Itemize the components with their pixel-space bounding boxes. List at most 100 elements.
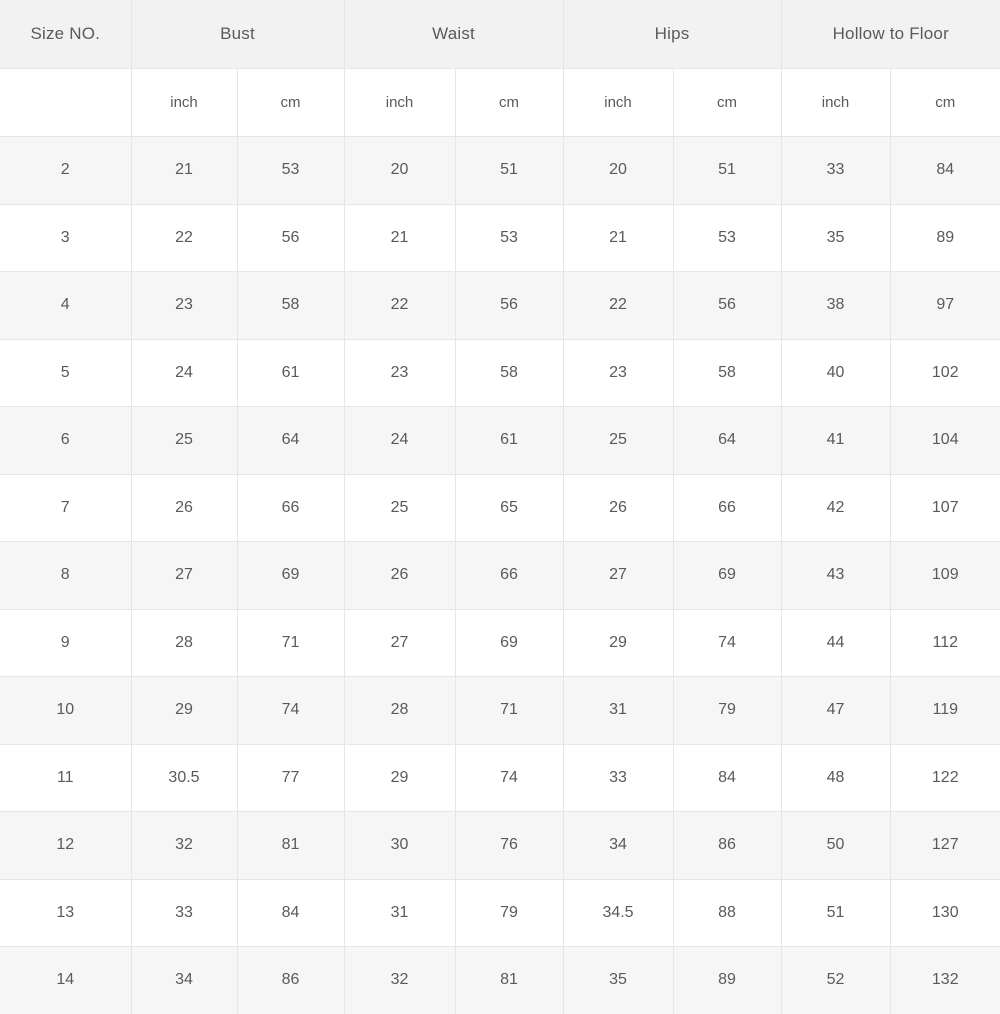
measurement-cell: 35 [562,946,674,1014]
size-number-cell: 4 [0,271,132,340]
measurement-cell: 23 [130,271,238,340]
column-group-header: Waist [343,0,564,69]
table-body: 2 21 53 20 51 20 51 33 84 3 22 56 21 53 21 53 35 89 4 23 58 2… [0,136,1000,1014]
measurement-cell: 56 [236,203,345,272]
size-number-cell: 6 [0,406,132,475]
measurement-cell: 33 [130,878,238,947]
measurement-cell: 29 [130,676,238,745]
measurement-cell: 79 [672,676,782,745]
measurement-cell: 66 [672,473,782,542]
table-row: 6 25 64 24 61 25 64 41 104 [0,406,1000,475]
table-row: 14 34 86 32 81 35 89 52 132 [0,946,1000,1014]
measurement-cell: 47 [780,676,891,745]
measurement-cell: 20 [562,136,674,205]
measurement-cell: 25 [562,406,674,475]
measurement-cell: 74 [236,676,345,745]
measurement-cell: 112 [889,608,1000,677]
measurement-cell: 74 [672,608,782,677]
measurement-cell: 51 [454,136,564,205]
measurement-cell: 27 [130,541,238,610]
table-row: 13 33 84 31 79 34.5 88 51 130 [0,878,1000,947]
size-number-cell: 2 [0,136,132,205]
size-number-cell: 14 [0,946,132,1014]
measurement-cell: 74 [454,743,564,812]
size-number-cell: 10 [0,676,132,745]
measurement-cell: 84 [236,878,345,947]
measurement-cell: 71 [236,608,345,677]
measurement-cell: 22 [562,271,674,340]
unit-header-cell: inch [130,68,238,137]
table-row: 2 21 53 20 51 20 51 33 84 [0,136,1000,205]
measurement-cell: 48 [780,743,891,812]
measurement-cell: 132 [889,946,1000,1014]
measurement-cell: 119 [889,676,1000,745]
size-number-cell: 11 [0,743,132,812]
measurement-cell: 89 [672,946,782,1014]
measurement-cell: 97 [889,271,1000,340]
measurement-cell: 53 [454,203,564,272]
measurement-cell: 79 [454,878,564,947]
measurement-cell: 76 [454,811,564,880]
measurement-cell: 107 [889,473,1000,542]
measurement-cell: 88 [672,878,782,947]
measurement-cell: 25 [343,473,456,542]
measurement-cell: 24 [343,406,456,475]
measurement-cell: 51 [672,136,782,205]
column-group-header: Hollow to Floor [780,0,1000,69]
measurement-cell: 38 [780,271,891,340]
measurement-cell: 24 [130,338,238,407]
measurement-cell: 32 [130,811,238,880]
table-row: 3 22 56 21 53 21 53 35 89 [0,203,1000,272]
column-group-header: Size NO. [0,0,132,69]
measurement-cell: 21 [130,136,238,205]
measurement-cell: 23 [343,338,456,407]
measurement-cell: 22 [130,203,238,272]
measurement-cell: 40 [780,338,891,407]
unit-header-blank [0,68,132,137]
unit-header-cell: cm [672,68,782,137]
size-number-cell: 7 [0,473,132,542]
measurement-cell: 84 [672,743,782,812]
measurement-cell: 104 [889,406,1000,475]
unit-header-cell: inch [562,68,674,137]
measurement-cell: 27 [562,541,674,610]
unit-header-cell: cm [889,68,1000,137]
measurement-cell: 65 [454,473,564,542]
measurement-cell: 127 [889,811,1000,880]
measurement-cell: 44 [780,608,891,677]
measurement-cell: 51 [780,878,891,947]
column-group-header: Hips [562,0,782,69]
measurement-cell: 56 [454,271,564,340]
measurement-cell: 61 [236,338,345,407]
measurement-cell: 31 [343,878,456,947]
measurement-cell: 58 [672,338,782,407]
size-number-cell: 8 [0,541,132,610]
measurement-cell: 77 [236,743,345,812]
measurement-cell: 26 [130,473,238,542]
measurement-cell: 43 [780,541,891,610]
measurement-cell: 53 [236,136,345,205]
measurement-cell: 35 [780,203,891,272]
table-head: Size NO. Bust Waist Hips Hollow to Floor inc… [0,0,1000,137]
measurement-cell: 58 [454,338,564,407]
measurement-cell: 66 [454,541,564,610]
measurement-cell: 84 [889,136,1000,205]
measurement-cell: 61 [454,406,564,475]
unit-header-cell: cm [454,68,564,137]
measurement-cell: 122 [889,743,1000,812]
size-number-cell: 12 [0,811,132,880]
measurement-cell: 69 [454,608,564,677]
measurement-cell: 26 [562,473,674,542]
measurement-cell: 86 [672,811,782,880]
measurement-cell: 53 [672,203,782,272]
measurement-cell: 31 [562,676,674,745]
measurement-cell: 81 [454,946,564,1014]
measurement-cell: 58 [236,271,345,340]
measurement-cell: 89 [889,203,1000,272]
measurement-cell: 69 [672,541,782,610]
group-header-row: Size NO. Bust Waist Hips Hollow to Floor [0,0,1000,69]
measurement-cell: 50 [780,811,891,880]
table-row: 5 24 61 23 58 23 58 40 102 [0,338,1000,407]
measurement-cell: 30 [343,811,456,880]
table-row: 9 28 71 27 69 29 74 44 112 [0,608,1000,677]
